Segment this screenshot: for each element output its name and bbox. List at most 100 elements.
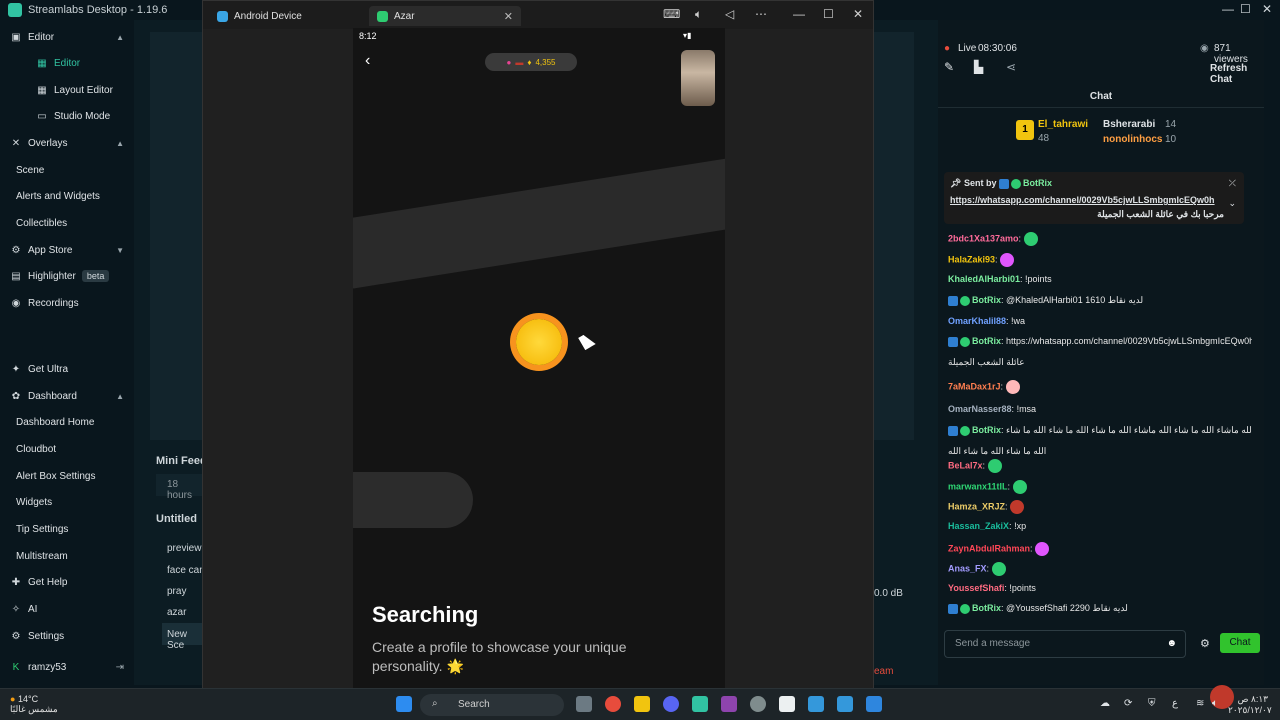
chevron-down-icon[interactable]: ⌄ xyxy=(1228,198,1236,209)
close-tab-icon[interactable]: ✕ xyxy=(504,10,513,23)
hours-filter[interactable]: 18 hours xyxy=(156,474,202,501)
cloud-icon[interactable]: ☁ xyxy=(1100,698,1110,709)
sidebar-user[interactable]: Kramzy53 ⇥ xyxy=(0,655,134,679)
sidebar-item-collectibles[interactable]: Collectibles xyxy=(0,211,134,235)
self-camera-preview[interactable] xyxy=(681,50,715,106)
send-chat-button[interactable]: Chat xyxy=(1220,633,1260,653)
system-clock[interactable]: ٨:١٣ ص ٢٠٢٥/١٢/٠٧ xyxy=(1228,694,1272,716)
back-nav-icon[interactable]: ◁ xyxy=(725,7,734,21)
sidebar-item-editor[interactable]: ▦ Editor xyxy=(0,51,134,75)
chat-username[interactable]: BotRix xyxy=(972,425,1001,435)
volume-icon[interactable]: 🔈︎ xyxy=(695,7,702,22)
source-item[interactable]: face can xyxy=(167,565,205,576)
chrome-icon[interactable] xyxy=(605,696,621,712)
chat-username[interactable]: BotRix xyxy=(972,336,1001,346)
chat-username[interactable]: KhaledAlHarbi01 xyxy=(948,274,1020,284)
streamlabs-taskbar-icon[interactable] xyxy=(692,696,708,712)
sidebar-item-get-ultra[interactable]: ✦ Get Ultra xyxy=(0,357,134,381)
sidebar-item-studio-mode[interactable]: ▭ Studio Mode xyxy=(0,104,134,128)
notepad-icon[interactable] xyxy=(779,696,795,712)
sync-icon[interactable]: ⟳ xyxy=(1124,698,1132,709)
language-indicator[interactable]: ع xyxy=(1172,698,1178,709)
app-icon-active[interactable] xyxy=(866,696,882,712)
refresh-chat-button[interactable]: Refresh Chat xyxy=(1210,63,1264,85)
panel-divider[interactable] xyxy=(924,20,938,685)
go-live-partial[interactable]: eam xyxy=(874,666,893,677)
sidebar-item-alerts-widgets[interactable]: Alerts and Widgets xyxy=(0,184,134,208)
windows-start-icon[interactable] xyxy=(396,696,412,712)
chat-username[interactable]: 7aMaDax1rJ xyxy=(948,381,1001,391)
chat-settings-gear-icon[interactable]: ⚙ xyxy=(1200,637,1210,650)
chat-username[interactable]: 2bdc1Xa137amo xyxy=(948,233,1019,243)
sidebar-section-editor[interactable]: ▣ Editor ▲ xyxy=(0,25,134,49)
maximize-icon[interactable]: ☐ xyxy=(823,7,834,21)
file-explorer-icon[interactable] xyxy=(634,696,650,712)
chat-username[interactable]: ZaynAbdulRahman xyxy=(948,543,1030,553)
minimize-icon[interactable]: — xyxy=(793,7,805,21)
app-icon[interactable] xyxy=(808,696,824,712)
source-item[interactable]: preview xyxy=(167,543,201,554)
keyboard-icon[interactable]: ⌨ xyxy=(663,7,680,21)
share-icon[interactable]: ⋖ xyxy=(1006,60,1016,74)
tab-azar[interactable]: Azar ✕ xyxy=(369,6,521,26)
sidebar-item-recordings[interactable]: ◉ Recordings xyxy=(0,291,134,315)
app-icon[interactable] xyxy=(721,696,737,712)
taskbar-search[interactable]: ⌕ Search xyxy=(420,694,564,716)
chat-username[interactable]: YoussefShafi xyxy=(948,583,1004,593)
close-icon[interactable]: ✕ xyxy=(1262,2,1272,16)
sidebar-item-widgets[interactable]: Widgets xyxy=(0,490,134,514)
sidebar-item-cloudbot[interactable]: Cloudbot xyxy=(0,437,134,461)
edit-icon[interactable]: ✎ xyxy=(944,60,954,74)
source-item[interactable]: azar xyxy=(167,607,186,618)
sidebar-item-app-store[interactable]: ⚙ App Store ▼ xyxy=(0,238,134,262)
sidebar-item-multistream[interactable]: Multistream xyxy=(0,544,134,568)
sidebar-item-layout-editor[interactable]: ▦ Layout Editor xyxy=(0,78,134,102)
source-item-selected[interactable]: New Sce xyxy=(162,623,204,651)
emote-icon xyxy=(991,562,1006,576)
chat-text: @KhaledAlHarbi01 1610 لديه نقاط xyxy=(1006,295,1144,305)
chat-username[interactable]: OmarNasser88 xyxy=(948,404,1012,414)
chat-username[interactable]: OmarKhalil88 xyxy=(948,316,1006,326)
wifi-icon[interactable]: ≋ xyxy=(1196,698,1204,709)
popout-icon[interactable]: ▙ xyxy=(974,60,983,74)
sidebar-item-tip-settings[interactable]: Tip Settings xyxy=(0,517,134,541)
chat-message-input[interactable]: Send a message ☻ xyxy=(944,630,1186,658)
sidebar-item-highlighter[interactable]: ▤ Highlighter beta xyxy=(0,264,134,288)
task-view-icon[interactable] xyxy=(576,696,592,712)
app-icon[interactable] xyxy=(837,696,853,712)
minimize-icon[interactable]: — xyxy=(1222,2,1234,16)
emoji-icon[interactable]: ☻ xyxy=(1166,638,1177,649)
chat-username[interactable]: marwanx11tIL xyxy=(948,481,1008,491)
source-item[interactable]: pray xyxy=(167,586,186,597)
unpin-icon[interactable]: ⤫ xyxy=(1229,178,1236,189)
maximize-icon[interactable]: ☐ xyxy=(1240,2,1251,16)
scene-collection-title[interactable]: Untitled xyxy=(156,513,197,525)
chat-username[interactable]: BotRix xyxy=(972,295,1001,305)
chat-username[interactable]: BotRix xyxy=(972,603,1001,613)
security-icon[interactable]: ⛨ xyxy=(1148,698,1156,709)
sidebar-item-ai[interactable]: ✧ AI xyxy=(0,597,134,621)
app-icon[interactable] xyxy=(750,696,766,712)
chat-username[interactable]: Hamza_XRJZ xyxy=(948,501,1005,511)
coin-balance[interactable]: ● ▬ ♦ 4,355 xyxy=(485,53,577,71)
sidebar-section-dashboard[interactable]: ✿ Dashboard ▲ xyxy=(0,384,134,408)
chat-username[interactable]: BeLal7x xyxy=(948,460,983,470)
pinned-link[interactable]: https://whatsapp.com/channel/0029Vb5cjwL… xyxy=(950,195,1225,205)
discord-icon[interactable] xyxy=(663,696,679,712)
sidebar-item-scene[interactable]: Scene xyxy=(0,158,134,182)
logout-icon[interactable]: ⇥ xyxy=(116,662,124,673)
sidebar-item-alert-box-settings[interactable]: Alert Box Settings xyxy=(0,464,134,488)
tab-android-device[interactable]: Android Device xyxy=(209,6,310,26)
back-arrow-icon[interactable]: ‹ xyxy=(365,52,370,70)
sidebar-item-get-help[interactable]: ✚ Get Help xyxy=(0,570,134,594)
speaker-icon[interactable]: 🔈︎ xyxy=(1212,698,1218,709)
chat-username[interactable]: Hassan_ZakiX xyxy=(948,521,1009,531)
sidebar-item-dashboard-home[interactable]: Dashboard Home xyxy=(0,410,134,434)
more-icon[interactable]: ⋯ xyxy=(755,7,767,21)
sidebar-item-settings[interactable]: ⚙ Settings xyxy=(0,624,134,648)
sidebar-section-overlays[interactable]: ✕ Overlays ▲ xyxy=(0,131,134,155)
chat-username[interactable]: Anas_FX xyxy=(948,563,987,573)
weather-widget[interactable]: ● 14°C مشمس غالبًا xyxy=(10,694,58,715)
close-icon[interactable]: ✕ xyxy=(853,7,863,21)
chat-username[interactable]: HalaZaki93 xyxy=(948,254,995,264)
